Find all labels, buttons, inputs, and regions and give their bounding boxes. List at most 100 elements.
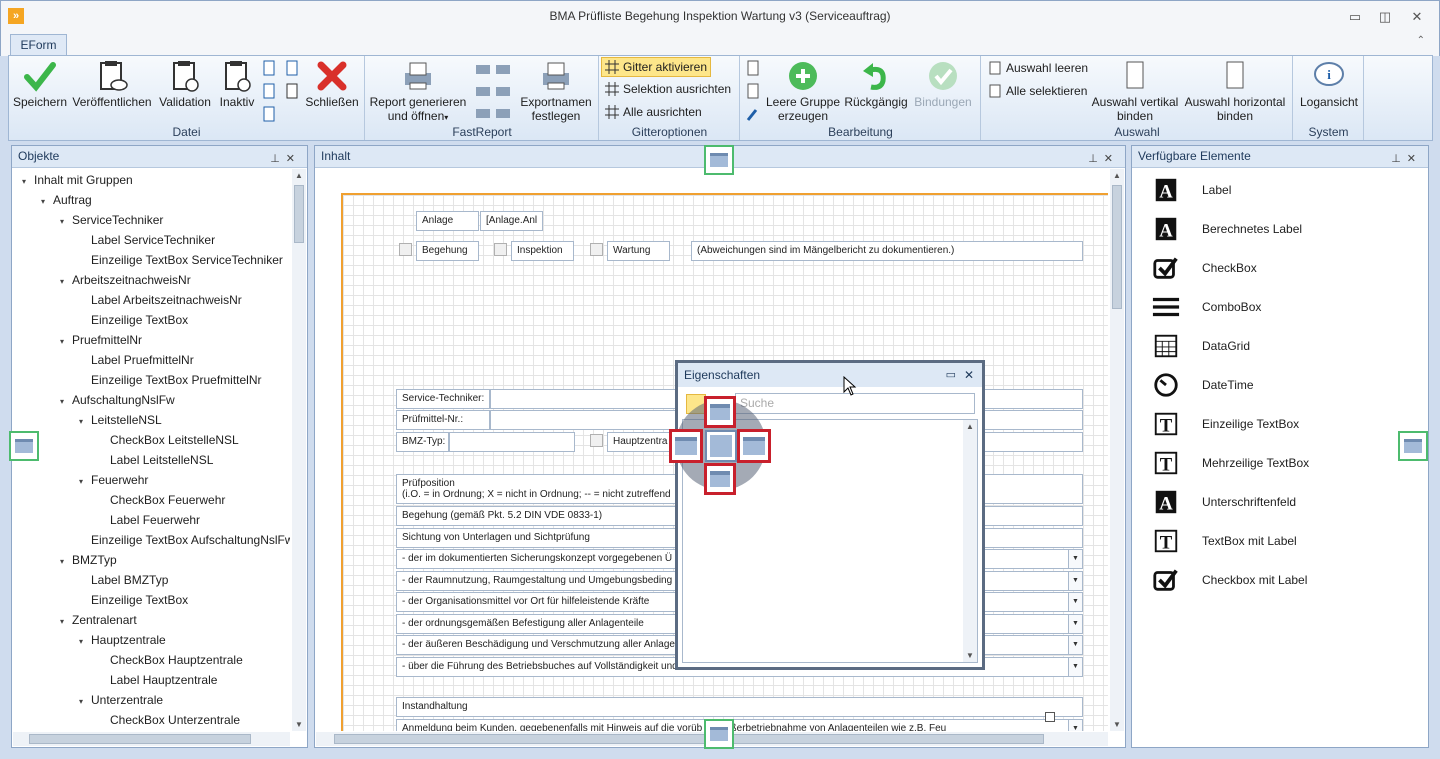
tree-node[interactable]: ▾ Hauptzentrale <box>75 630 166 650</box>
element-item[interactable]: DataGrid <box>1152 332 1422 362</box>
minimize-button[interactable]: ▭ <box>1343 7 1367 27</box>
checkbox-wartung[interactable] <box>590 243 603 256</box>
dropdown-arrow-icon[interactable]: ▼ <box>1068 658 1082 676</box>
ribbon-collapse-button[interactable]: ⌃ <box>1417 35 1425 46</box>
pin-icon[interactable]: ⊥ <box>1088 153 1104 165</box>
tree-node[interactable]: CheckBox LeitstelleNSL <box>94 430 239 450</box>
dock-hint-right[interactable] <box>737 429 771 463</box>
small-doc-icon-4[interactable] <box>285 83 299 102</box>
report-small-icons[interactable] <box>474 61 514 126</box>
save-button[interactable]: Speichern <box>12 59 68 109</box>
label-inspektion[interactable]: Inspektion <box>511 241 574 261</box>
dock-top-indicator[interactable] <box>704 145 734 175</box>
dock-hint-center[interactable] <box>705 430 737 462</box>
tree-node[interactable]: ▾ BMZTyp <box>56 550 117 570</box>
close-panel-icon[interactable]: ✕ <box>286 153 301 165</box>
tree-node[interactable]: ▾ Inhalt mit Gruppen <box>18 170 133 190</box>
expand-arrow-icon[interactable]: ▾ <box>75 632 87 652</box>
dropdown-arrow-icon[interactable]: ▼ <box>1068 572 1082 590</box>
checkbox-begehung[interactable] <box>399 243 412 256</box>
inhalt-vscroll-thumb[interactable] <box>1112 185 1122 309</box>
expand-arrow-icon[interactable]: ▾ <box>75 472 87 492</box>
close-dialog-icon[interactable]: ✕ <box>964 363 974 387</box>
label-anlage[interactable]: Anlage <box>416 211 479 231</box>
label-instandhaltung[interactable]: Instandhaltung <box>396 697 1083 717</box>
close-panel-icon[interactable]: ✕ <box>1407 153 1422 165</box>
dock-left-indicator[interactable] <box>9 431 39 461</box>
tree-node[interactable]: ▾ LeitstelleNSL <box>75 410 162 430</box>
bind-vertical-button[interactable]: Auswahl vertikal binden <box>1090 59 1180 123</box>
label-begehung[interactable]: Begehung <box>416 241 479 261</box>
expand-arrow-icon[interactable]: ▾ <box>56 612 68 632</box>
label-abweichungen[interactable]: (Abweichungen sind im Mängelbericht zu d… <box>691 241 1083 261</box>
tree-node[interactable]: ▾ Unterzentrale <box>75 690 163 710</box>
inhalt-hscroll-thumb[interactable] <box>334 734 1044 744</box>
dock-hint-left[interactable] <box>669 429 703 463</box>
objekte-hscrollbar[interactable] <box>13 732 290 746</box>
bind-horizontal-button[interactable]: Auswahl horizontal binden <box>1182 59 1288 123</box>
format-brush-icon[interactable] <box>746 106 760 125</box>
element-item[interactable]: T Mehrzeilige TextBox <box>1152 449 1422 479</box>
expand-arrow-icon[interactable]: ▾ <box>56 392 68 412</box>
eigenschaften-header[interactable]: Eigenschaften ▭ ✕ <box>678 363 982 387</box>
restore-button[interactable]: ◫ <box>1373 7 1397 27</box>
small-doc-icon-3[interactable] <box>262 83 276 102</box>
tree-node[interactable]: Einzeilige TextBox PruefmittelNr <box>75 370 262 390</box>
restore-icon[interactable]: ▭ <box>946 363 956 387</box>
element-item[interactable]: DateTime <box>1152 371 1422 401</box>
expand-arrow-icon[interactable]: ▾ <box>56 332 68 352</box>
tree-node[interactable]: ▾ ArbeitszeitnachweisNr <box>56 270 191 290</box>
element-item[interactable]: T TextBox mit Label <box>1152 527 1422 557</box>
tree-node[interactable]: Label LeitstelleNSL <box>94 450 213 470</box>
label-pruefmittel[interactable]: Prüfmittel-Nr.: <box>396 410 490 430</box>
small-doc-icon-2[interactable] <box>285 60 299 79</box>
element-item[interactable]: A Label <box>1152 176 1422 206</box>
bindings-button[interactable]: Bindungen <box>911 59 975 109</box>
tree-node[interactable]: Label BMZTyp <box>75 570 168 590</box>
expand-arrow-icon[interactable]: ▾ <box>75 412 87 432</box>
inhalt-vscrollbar[interactable]: ▲ ▼ <box>1110 169 1124 731</box>
select-all-button[interactable]: Alle selektieren <box>988 82 1087 102</box>
validation-button[interactable]: Validation <box>156 59 214 109</box>
inactive-button[interactable]: Inaktiv <box>215 59 259 109</box>
dock-hint-top[interactable] <box>704 396 736 428</box>
dropdown-arrow-icon[interactable]: ▼ <box>1068 550 1082 568</box>
align-selection-button[interactable]: Selektion ausrichten <box>605 80 731 100</box>
checkbox-inspektion[interactable] <box>494 243 507 256</box>
tree-node[interactable]: ▾ ServiceTechniker <box>56 210 163 230</box>
objekte-vscroll-thumb[interactable] <box>294 185 304 243</box>
tree-node[interactable]: CheckBox Feuerwehr <box>94 490 225 510</box>
report-generate-button[interactable]: Report generieren und öffnen▾ <box>368 59 468 125</box>
tree-node[interactable]: Einzeilige TextBox AufschaltungNslFw <box>75 530 290 550</box>
close-panel-icon[interactable]: ✕ <box>1104 153 1119 165</box>
tree-node[interactable]: ▾ Feuerwehr <box>75 470 148 490</box>
pin-icon[interactable]: ⊥ <box>1391 153 1407 165</box>
element-item[interactable]: Checkbox mit Label <box>1152 566 1422 596</box>
dropdown-arrow-icon[interactable]: ▼ <box>1068 593 1082 611</box>
checkbox-hauptzentrale[interactable] <box>590 434 603 447</box>
tree-node[interactable]: CheckBox Unterzentrale <box>94 710 240 730</box>
element-item[interactable]: T Einzeilige TextBox <box>1152 410 1422 440</box>
tab-eform[interactable]: EForm <box>10 34 67 57</box>
copy-icon[interactable] <box>746 60 760 79</box>
undo-button[interactable]: Rückgängig <box>843 59 909 109</box>
tree-node[interactable]: Label Hauptzentrale <box>94 670 217 690</box>
expand-arrow-icon[interactable]: ▾ <box>18 172 30 192</box>
resize-handle[interactable] <box>1045 712 1055 722</box>
small-doc-icon-5[interactable] <box>262 106 276 125</box>
close-button[interactable]: ✕ <box>1405 7 1429 27</box>
align-all-button[interactable]: Alle ausrichten <box>605 103 702 123</box>
pin-icon[interactable]: ⊥ <box>270 153 286 165</box>
element-item[interactable]: A Unterschriftenfeld <box>1152 488 1422 518</box>
label-bmz-typ[interactable]: BMZ-Typ: <box>396 432 449 452</box>
textbox-bmz-typ[interactable] <box>449 432 575 452</box>
dock-right-indicator[interactable] <box>1398 431 1428 461</box>
close-form-button[interactable]: Schließen <box>305 59 359 109</box>
empty-group-button[interactable]: Leere Gruppe erzeugen <box>765 59 841 123</box>
tree-node[interactable]: Label PruefmittelNr <box>75 350 194 370</box>
objekte-vscrollbar[interactable]: ▲ ▼ <box>292 169 306 731</box>
small-doc-icon-1[interactable] <box>262 60 276 79</box>
label-wartung[interactable]: Wartung <box>607 241 670 261</box>
element-item[interactable]: ComboBox <box>1152 293 1422 323</box>
tree-node[interactable]: Einzeilige TextBox ServiceTechniker <box>75 250 283 270</box>
